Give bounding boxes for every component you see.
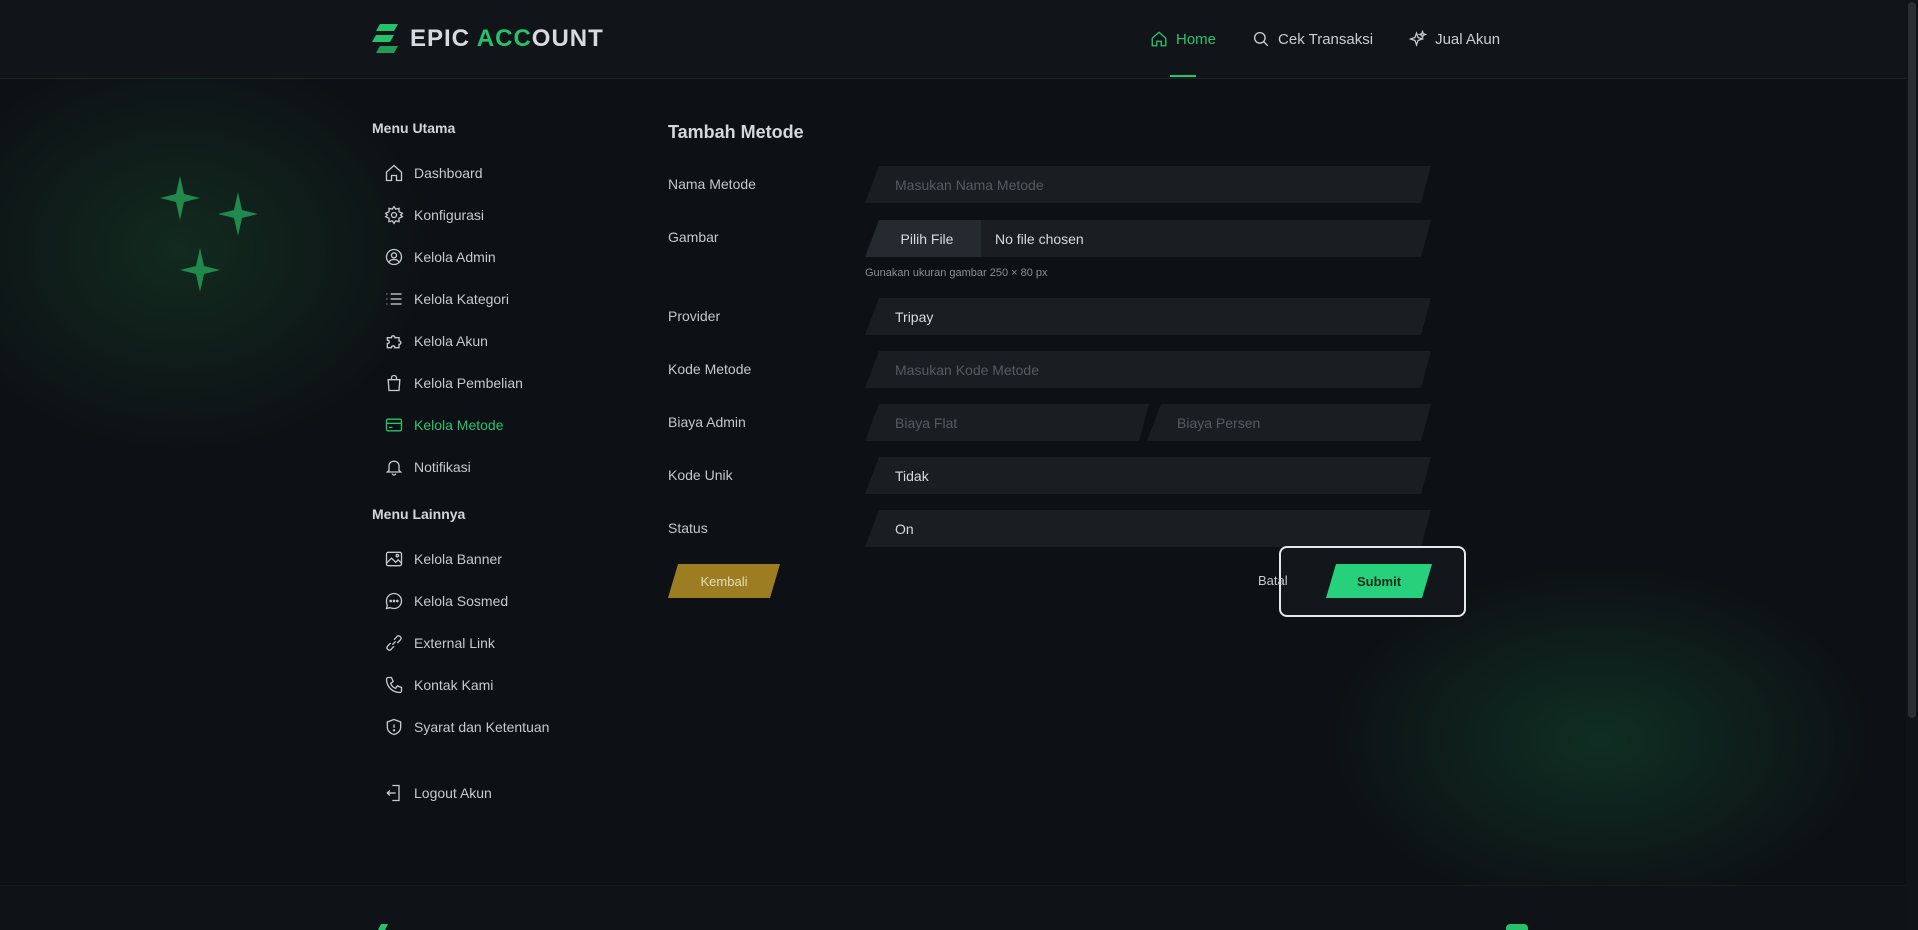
- image-icon: [385, 551, 403, 567]
- main-nav: Home Cek Transaksi Jual Akun: [1150, 28, 1536, 77]
- sidebar-item-kelola-metode[interactable]: Kelola Metode: [372, 404, 612, 446]
- home-icon: [385, 164, 403, 182]
- status-value: On: [895, 520, 914, 537]
- provider-value: Tripay: [895, 308, 934, 325]
- submit-button[interactable]: Submit: [1326, 564, 1432, 598]
- logo-text-ount: OUNT: [531, 25, 604, 52]
- kode-unik-select[interactable]: Tidak: [865, 457, 1431, 494]
- sidebar-item-kelola-sosmed[interactable]: Kelola Sosmed: [372, 580, 612, 622]
- sidebar-item-kelola-kategori[interactable]: Kelola Kategori: [372, 278, 612, 320]
- sidebar-item-label: Syarat dan Ketentuan: [414, 719, 550, 735]
- sidebar-item-dashboard[interactable]: Dashboard: [372, 152, 612, 194]
- provider-label: Provider: [668, 308, 721, 324]
- batal-button[interactable]: Batal: [1258, 573, 1288, 588]
- nav-home[interactable]: Home: [1150, 28, 1217, 77]
- biaya-persen-placeholder: Biaya Persen: [1177, 414, 1261, 431]
- bell-icon: [385, 460, 403, 476]
- biaya-flat-placeholder: Biaya Flat: [895, 414, 958, 431]
- top-header: EPIC ACCOUNT Home Cek Transaksi Jual Aku…: [0, 0, 1906, 79]
- sidebar-item-label: Notifikasi: [414, 459, 471, 475]
- gear-icon: [384, 205, 404, 225]
- kode-unik-value: Tidak: [895, 467, 929, 484]
- gambar-hint: Gunakan ukuran gambar 250 × 80 px: [865, 267, 1048, 279]
- nav-home-label: Home: [1176, 30, 1217, 48]
- logo-text-acc: ACC: [476, 25, 532, 52]
- link-icon: [386, 635, 402, 651]
- user-circle-icon: [385, 248, 403, 266]
- biaya-flat-input[interactable]: Biaya Flat: [865, 404, 1149, 441]
- sidebar-item-logout[interactable]: Logout Akun: [372, 772, 612, 814]
- sidebar-item-kontak-kami[interactable]: Kontak Kami: [372, 664, 612, 706]
- nav-jual-akun-label: Jual Akun: [1435, 30, 1501, 48]
- home-icon: [1151, 31, 1167, 47]
- logo-text: EPIC ACCOUNT: [410, 25, 604, 53]
- kode-metode-label: Kode Metode: [668, 361, 752, 377]
- logo-text-epic: EPIC: [410, 25, 477, 52]
- biaya-persen-input[interactable]: Biaya Persen: [1147, 404, 1431, 441]
- nav-active-underline: [1170, 75, 1196, 77]
- sidebar-item-label: Kelola Banner: [414, 551, 502, 567]
- nav-jual-akun[interactable]: Jual Akun: [1409, 28, 1500, 50]
- sidebar-item-label: Kelola Kategori: [414, 291, 509, 307]
- sidebar-item-label: Kelola Akun: [414, 333, 488, 349]
- page-scrollbar-thumb[interactable]: [1908, 2, 1916, 718]
- sidebar-item-label: Kontak Kami: [414, 677, 494, 693]
- decorative-stars-icon: [160, 176, 258, 292]
- sidebar-item-label: Kelola Admin: [414, 249, 496, 265]
- sidebar-item-kelola-admin[interactable]: Kelola Admin: [372, 236, 612, 278]
- sidebar: Menu Utama Dashboard Konfigurasi Kelola …: [372, 120, 612, 814]
- logo-mark-icon: [372, 24, 398, 53]
- sidebar-heading-main: Menu Utama: [372, 120, 456, 136]
- biaya-admin-label: Biaya Admin: [668, 414, 746, 430]
- list-icon: [386, 293, 402, 305]
- brand-logo[interactable]: EPIC ACCOUNT: [372, 24, 604, 54]
- status-select[interactable]: On: [865, 510, 1431, 547]
- status-label: Status: [668, 520, 708, 536]
- sidebar-item-konfigurasi[interactable]: Konfigurasi: [372, 194, 612, 236]
- logout-icon: [386, 784, 400, 802]
- chat-icon: [385, 592, 403, 610]
- sparkle-icon: [1409, 30, 1428, 47]
- file-status-text: No file chosen: [995, 230, 1084, 247]
- sidebar-item-label: Kelola Pembelian: [414, 375, 523, 391]
- phone-icon: [385, 676, 403, 694]
- footer-badge-icon: [1506, 924, 1528, 930]
- footer: [0, 886, 1906, 930]
- gambar-file-input[interactable]: Pilih File No file chosen: [865, 220, 1431, 257]
- sidebar-item-syarat-ketentuan[interactable]: Syarat dan Ketentuan: [372, 706, 612, 748]
- nav-cek-transaksi[interactable]: Cek Transaksi: [1252, 28, 1373, 50]
- form-title: Tambah Metode: [668, 122, 804, 142]
- sidebar-item-kelola-akun[interactable]: Kelola Akun: [372, 320, 612, 362]
- kode-metode-placeholder: Masukan Kode Metode: [895, 361, 1039, 378]
- pilih-file-button[interactable]: Pilih File: [865, 220, 981, 257]
- kode-metode-input[interactable]: Masukan Kode Metode: [865, 351, 1431, 388]
- sidebar-item-label: Konfigurasi: [414, 207, 485, 223]
- gambar-label: Gambar: [668, 229, 719, 245]
- sidebar-item-kelola-pembelian[interactable]: Kelola Pembelian: [372, 362, 612, 404]
- sidebar-item-external-link[interactable]: External Link: [372, 622, 612, 664]
- sidebar-item-notifikasi[interactable]: Notifikasi: [372, 446, 612, 488]
- kembali-button[interactable]: Kembali: [668, 564, 780, 598]
- sidebar-item-kelola-banner[interactable]: Kelola Banner: [372, 538, 612, 580]
- sidebar-item-label: Dashboard: [414, 165, 483, 181]
- nav-cek-transaksi-label: Cek Transaksi: [1278, 30, 1374, 48]
- nama-metode-placeholder: Masukan Nama Metode: [895, 176, 1044, 193]
- search-icon: [1253, 31, 1269, 47]
- sidebar-item-label: Kelola Sosmed: [414, 593, 509, 609]
- provider-select[interactable]: Tripay: [865, 298, 1431, 335]
- sidebar-heading-other: Menu Lainnya: [372, 506, 466, 522]
- sidebar-item-label: External Link: [414, 635, 495, 651]
- nama-metode-input[interactable]: Masukan Nama Metode: [865, 166, 1431, 203]
- shield-icon: [386, 718, 402, 736]
- credit-card-icon: [385, 418, 403, 432]
- nama-metode-label: Nama Metode: [668, 176, 756, 192]
- shopping-bag-icon: [387, 374, 401, 392]
- kode-unik-label: Kode Unik: [668, 467, 733, 483]
- sidebar-item-label: Logout Akun: [414, 785, 492, 801]
- sidebar-item-label: Kelola Metode: [414, 417, 504, 433]
- puzzle-icon: [386, 335, 402, 349]
